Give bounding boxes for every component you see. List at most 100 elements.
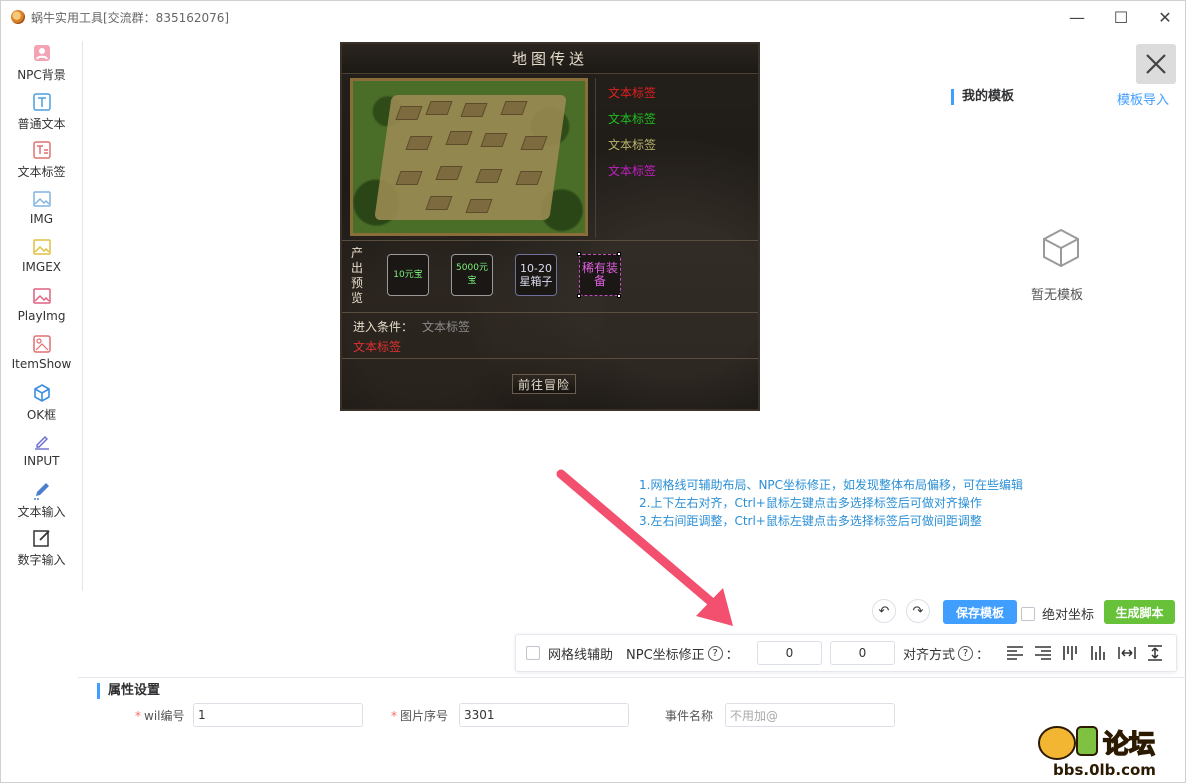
align-top-icon[interactable] (1062, 645, 1080, 661)
absolute-coord-checkbox[interactable] (1021, 606, 1035, 621)
save-template-button[interactable]: 保存模板 (943, 600, 1017, 624)
npc-icon (32, 43, 52, 63)
item-slot[interactable]: 10-20星箱子 (515, 254, 557, 296)
item-slot[interactable]: 10元宝 (387, 254, 429, 296)
grid-helper-option[interactable]: 网格线辅助 (526, 635, 613, 671)
minimize-button[interactable]: — (1055, 1, 1099, 33)
panel-divider (342, 358, 758, 359)
tool-text-tag[interactable]: 文本标签 (1, 138, 82, 187)
wil-id-label: * wil编号 (135, 709, 185, 723)
condition-label: 进入条件： (353, 320, 414, 334)
event-name-label: 事件名称 (665, 709, 714, 723)
text-icon (32, 92, 52, 112)
align-label: 对齐方式 (903, 647, 956, 663)
watermark-url: bbs.0lb.com (1053, 761, 1156, 779)
empty-box-icon (1043, 228, 1079, 268)
text-label-purple[interactable]: 文本标签 (608, 162, 656, 179)
play-image-icon (32, 286, 52, 306)
panel-divider (342, 312, 758, 313)
undo-icon: ↶ (878, 603, 890, 619)
image-ex-icon (32, 237, 52, 257)
condition-red-label[interactable]: 文本标签 (353, 338, 401, 355)
map-image[interactable] (350, 78, 588, 236)
tool-label: PlayImg (17, 308, 66, 323)
app-window: 蜗牛实用工具[交流群：835162076] — ☐ ✕ NPC背景 普通文本 文… (0, 0, 1186, 783)
npc-y-input[interactable]: 0 (830, 641, 895, 665)
tool-label: ItemShow (11, 357, 72, 371)
layout-toolbar: 网格线辅助 NPC坐标修正 ? ： 0 0 对齐方式 ? ： (515, 634, 1177, 672)
align-bottom-icon[interactable] (1090, 645, 1108, 661)
watermark-brand: 论坛 (1103, 730, 1155, 760)
close-icon (1146, 54, 1166, 74)
undo-button[interactable]: ↶ (872, 599, 896, 623)
annotation-arrow (556, 469, 733, 626)
image-icon (32, 189, 52, 209)
input-icon (32, 431, 52, 451)
tool-label: 文本输入 (17, 504, 66, 519)
game-title: 地图传送 (511, 50, 588, 68)
vertical-spacing-icon[interactable] (1146, 645, 1164, 661)
minimize-icon: — (1069, 7, 1085, 27)
event-name-input[interactable]: 不用加@ (725, 703, 895, 727)
colon: ： (725, 647, 739, 663)
tool-img[interactable]: IMG (1, 187, 82, 236)
maximize-icon: ☐ (1113, 7, 1129, 27)
close-icon: ✕ (1158, 7, 1172, 27)
selection-handle[interactable] (577, 294, 581, 298)
edit-icon (32, 528, 52, 548)
align-label-group: 对齐方式 ? ： (903, 635, 989, 671)
redo-button[interactable]: ↷ (906, 599, 930, 623)
template-import-link[interactable]: 模板导入 (1117, 89, 1169, 108)
align-right-icon[interactable] (1034, 645, 1052, 661)
output-preview-label: 产出预览 (351, 246, 364, 305)
tool-input[interactable]: INPUT (1, 429, 82, 478)
tool-label: OK框 (26, 407, 57, 422)
tool-label: 数字输入 (17, 553, 66, 567)
window-title: 蜗牛实用工具[交流群：835162076] (31, 10, 230, 25)
close-window-button[interactable]: ✕ (1143, 1, 1186, 33)
forum-watermark-logo: 论坛 bbs.0lb.com (1038, 726, 1156, 779)
npc-x-input[interactable]: 0 (757, 641, 822, 665)
image-index-input[interactable]: 3301 (459, 703, 629, 727)
selection-handle[interactable] (577, 252, 581, 256)
property-separator (78, 677, 1186, 678)
condition-value[interactable]: 文本标签 (422, 318, 470, 335)
close-panel-button[interactable] (1136, 44, 1176, 84)
tool-playimg[interactable]: PlayImg (1, 284, 82, 333)
redo-icon: ↷ (912, 603, 924, 619)
tool-plain-text[interactable]: 普通文本 (1, 90, 82, 139)
item-slot[interactable]: 5000元宝 (451, 254, 493, 296)
text-tag-icon (32, 140, 52, 160)
wil-id-input[interactable]: 1 (193, 703, 363, 727)
tool-label: IMG (29, 211, 54, 226)
npc-fix-label-group: NPC坐标修正 ? ： (626, 635, 739, 671)
grid-helper-checkbox[interactable] (526, 646, 540, 660)
item-slot-selected[interactable]: 稀有装备 (579, 254, 621, 296)
text-label-red[interactable]: 文本标签 (608, 84, 656, 101)
tool-number-input[interactable]: 数字输入 (1, 526, 82, 575)
text-label-green[interactable]: 文本标签 (608, 110, 656, 127)
empty-templates-text: 暂无模板 (1031, 288, 1084, 303)
tool-itemshow[interactable]: ItemShow (1, 332, 82, 381)
help-icon[interactable]: ? (958, 645, 974, 661)
tool-text-input[interactable]: 文本输入 (1, 478, 82, 527)
grid-helper-label: 网格线辅助 (548, 647, 614, 663)
tool-npc-background[interactable]: NPC背景 (1, 41, 82, 90)
selection-handle[interactable] (617, 294, 621, 298)
absolute-coord-option[interactable]: 绝对坐标 (1021, 604, 1094, 623)
pencil-icon (32, 480, 52, 500)
game-title-bar: 地图传送 (342, 44, 758, 74)
go-adventure-button[interactable]: 前往冒险 (512, 374, 576, 394)
npc-preview-canvas[interactable]: 地图传送 文本标签 文本标签 文本标签 文本标签 产出预览 10元宝 5000元… (340, 42, 760, 411)
tool-imgex[interactable]: IMGEX (1, 235, 82, 284)
selection-handle[interactable] (617, 252, 621, 256)
horizontal-spacing-icon[interactable] (1118, 645, 1136, 661)
align-left-icon[interactable] (1006, 645, 1024, 661)
title-bar: 蜗牛实用工具[交流群：835162076] — ☐ ✕ (1, 1, 1186, 33)
generate-script-button[interactable]: 生成脚本 (1104, 600, 1175, 624)
help-icon[interactable]: ? (707, 645, 723, 661)
tool-label: 文本标签 (17, 165, 66, 179)
tool-ok-box[interactable]: OK框 (1, 381, 82, 430)
maximize-button[interactable]: ☐ (1099, 1, 1143, 33)
text-label-olive[interactable]: 文本标签 (608, 136, 656, 153)
